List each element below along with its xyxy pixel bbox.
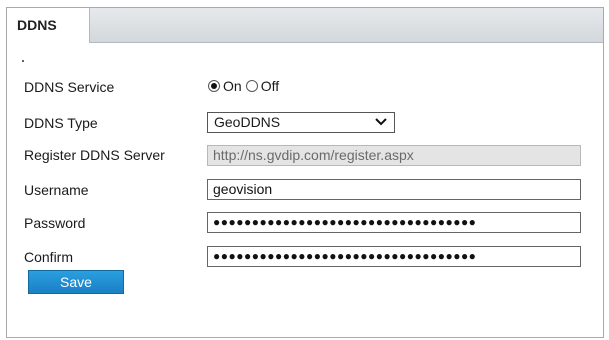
confirm-password-field[interactable]: ●●●●●●●●●●●●●●●●●●●●●●●●●●●●●●●●●● xyxy=(207,246,581,267)
ddns-type-label: DDNS Type xyxy=(24,115,98,131)
username-field[interactable]: geovision xyxy=(207,179,581,200)
register-server-label: Register DDNS Server xyxy=(24,147,165,163)
save-button[interactable]: Save xyxy=(28,270,124,294)
register-server-field: http://ns.gvdip.com/register.aspx xyxy=(207,145,581,166)
ddns-type-select[interactable]: GeoDDNS xyxy=(207,112,395,133)
confirm-label: Confirm xyxy=(24,249,74,265)
ddns-service-on-radio[interactable] xyxy=(208,80,220,92)
password-label: Password xyxy=(24,215,86,231)
tab-bar: DDNS xyxy=(7,8,603,43)
tab-ddns[interactable]: DDNS xyxy=(7,8,90,43)
decorative-dot xyxy=(22,60,24,62)
ddns-service-on-label[interactable]: On xyxy=(223,78,242,94)
ddns-service-radio-group: On Off xyxy=(208,76,283,96)
chevron-down-icon xyxy=(375,118,387,126)
password-field[interactable]: ●●●●●●●●●●●●●●●●●●●●●●●●●●●●●●●●●● xyxy=(207,212,581,233)
username-label: Username xyxy=(24,182,89,198)
ddns-service-off-radio[interactable] xyxy=(245,80,258,92)
ddns-service-label: DDNS Service xyxy=(24,79,115,95)
ddns-service-off-label[interactable]: Off xyxy=(261,78,279,94)
ddns-type-value: GeoDDNS xyxy=(214,114,281,130)
